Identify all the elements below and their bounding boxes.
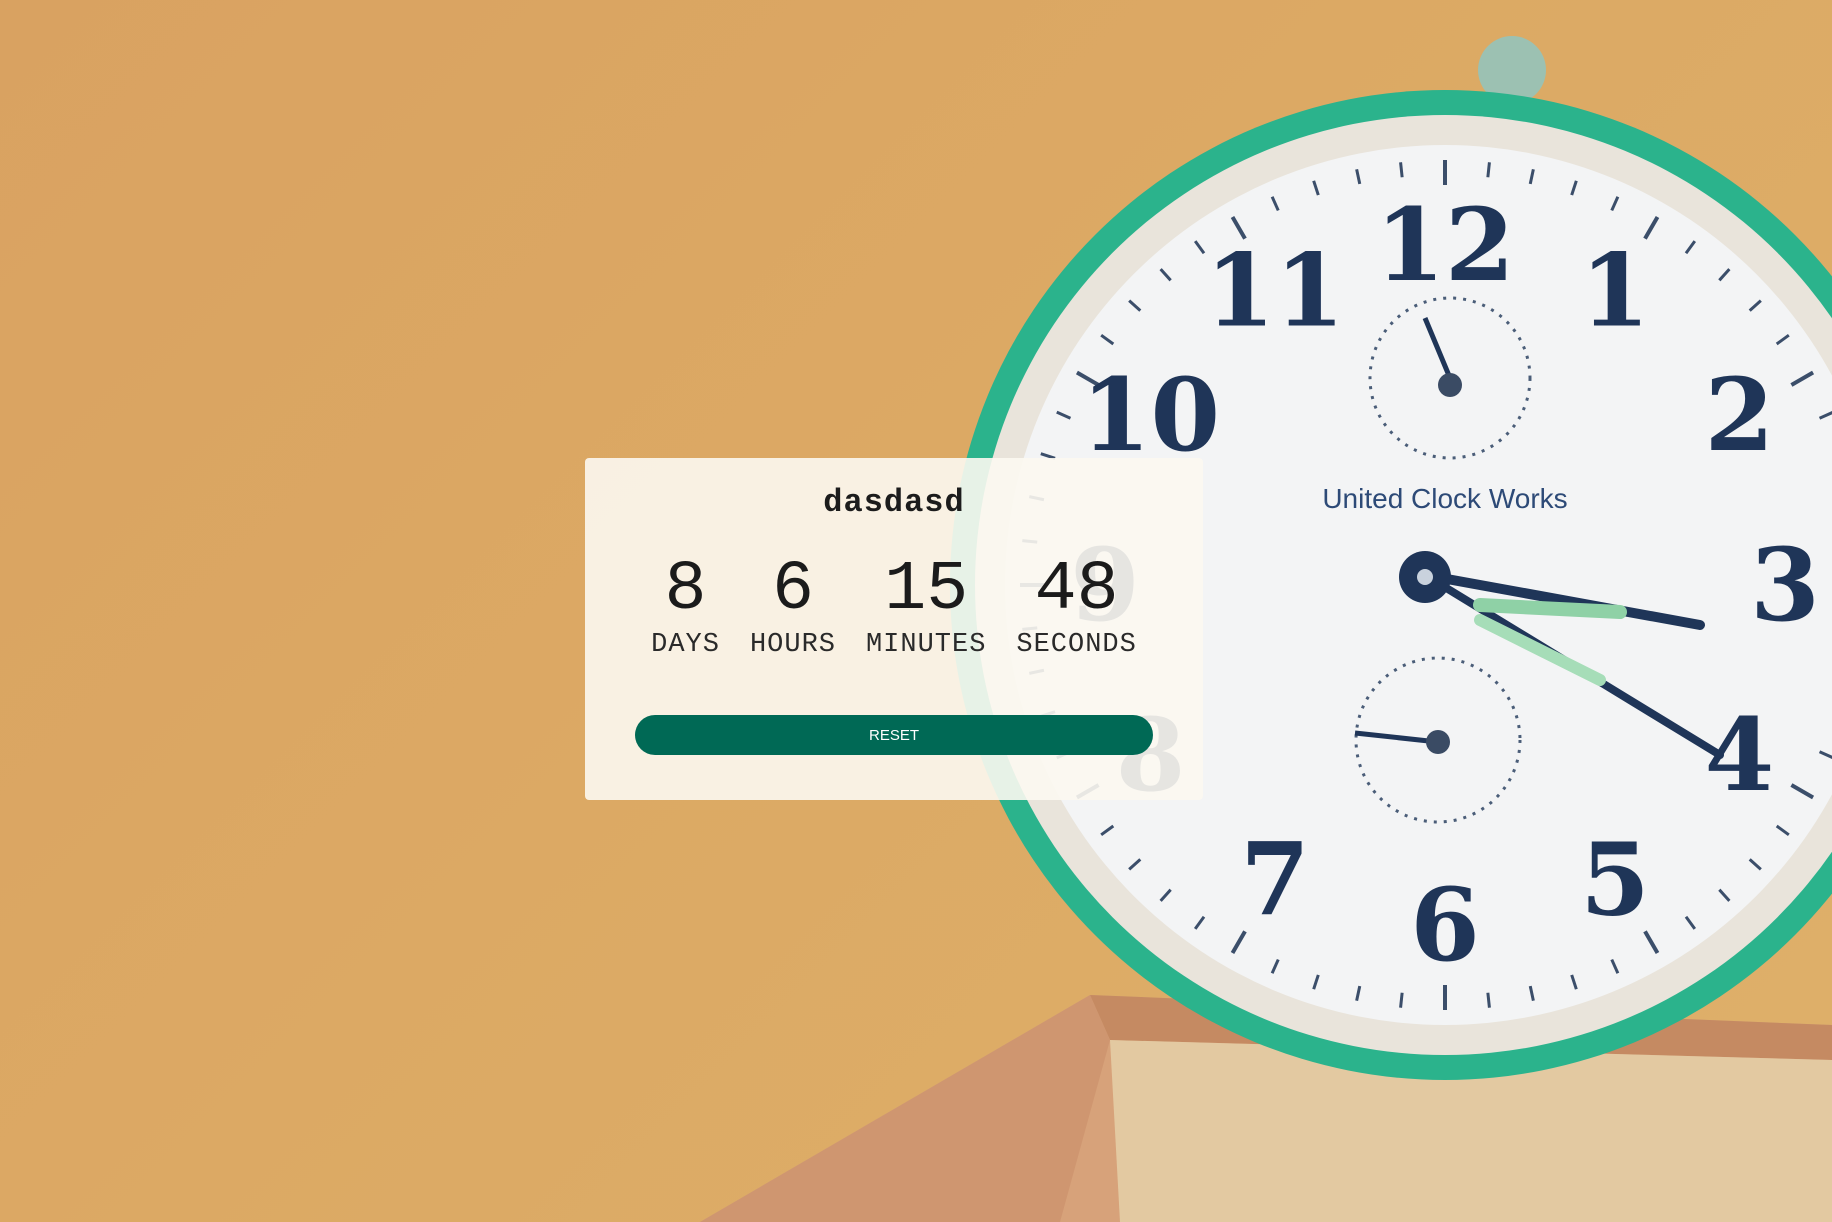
hours-label: HOURS: [749, 630, 836, 660]
countdown-seconds: 48 SECONDS: [1016, 554, 1136, 662]
minutes-value: 15: [884, 551, 969, 630]
days-value: 8: [664, 551, 707, 630]
countdown-card: dasdasd 8 DAYS 6 HOURS 15 MINUTES 48 SEC…: [585, 458, 1203, 800]
seconds-value: 48: [1034, 551, 1119, 630]
clock-brand-line1: United Clock Works: [1322, 483, 1567, 514]
clock-tick: [1399, 992, 1404, 1008]
minutes-label: MINUTES: [865, 630, 987, 660]
clock-numeral: 6: [1410, 866, 1480, 984]
reset-button[interactable]: RESET: [635, 715, 1153, 755]
clock-numeral: 3: [1750, 526, 1820, 644]
clock-numeral: 5: [1580, 820, 1650, 938]
clock-numeral: 7: [1240, 820, 1310, 938]
countdown-days: 8 DAYS: [651, 554, 720, 662]
countdown-hours: 6 HOURS: [750, 554, 836, 662]
countdown-page: 121234567891011 United Clock Works dasda…: [0, 0, 1832, 1222]
hours-value: 6: [771, 551, 814, 630]
countdown-units: 8 DAYS 6 HOURS 15 MINUTES 48 SECONDS: [585, 554, 1203, 662]
seconds-label: SECONDS: [1016, 630, 1137, 660]
event-title: dasdasd: [823, 484, 965, 521]
clock-tick: [1486, 162, 1491, 178]
countdown-minutes: 15 MINUTES: [866, 554, 986, 662]
clock-numeral: 2: [1705, 356, 1775, 474]
clock-numeral: 1: [1580, 232, 1650, 350]
clock-tick: [1486, 992, 1491, 1008]
clock-numeral: 11: [1205, 232, 1344, 350]
days-label: DAYS: [651, 630, 720, 660]
clock-tick: [1399, 162, 1404, 178]
clock-numeral: 12: [1375, 186, 1514, 304]
clock-numeral: 10: [1081, 356, 1220, 474]
